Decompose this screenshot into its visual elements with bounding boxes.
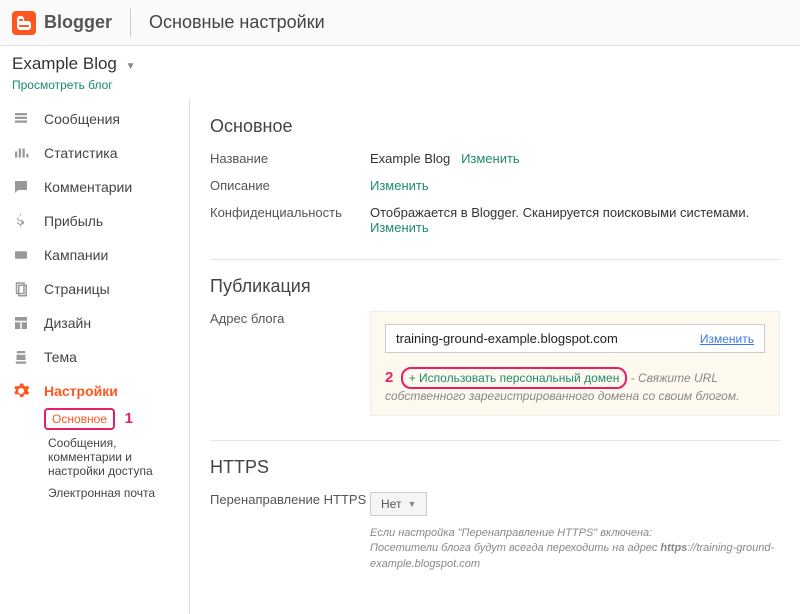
title-change-link[interactable]: Изменить xyxy=(461,151,520,166)
sidebar-label: Тема xyxy=(44,349,77,365)
blog-address-value: training-ground-example.blogspot.com xyxy=(396,331,618,346)
addr-label: Адрес блога xyxy=(210,311,370,326)
sidebar: Сообщения Статистика Комментарии Прибыль… xyxy=(0,98,190,614)
view-blog-link[interactable]: Просмотреть блог xyxy=(12,78,113,92)
privacy-label: Конфиденциальность xyxy=(210,205,370,220)
sidebar-label: Прибыль xyxy=(44,213,103,229)
sidebar-label: Сообщения xyxy=(44,111,120,127)
sidebar-label: Настройки xyxy=(44,383,118,399)
sidebar-label: Статистика xyxy=(44,145,118,161)
section-basic-title: Основное xyxy=(210,116,780,137)
https-redirect-dropdown[interactable]: Нет ▼ xyxy=(370,492,427,516)
divider xyxy=(210,440,780,441)
sidebar-item-theme[interactable]: Тема xyxy=(0,340,189,374)
sub-item-basic[interactable]: Основное xyxy=(44,408,115,430)
title-value: Example Blog xyxy=(370,151,450,166)
section-https-title: HTTPS xyxy=(210,457,780,478)
posts-icon xyxy=(12,110,30,128)
sub-item-posts-comments[interactable]: Сообщения, комментарии и настройки досту… xyxy=(44,432,189,482)
annotation-2: 2 xyxy=(385,369,393,386)
sidebar-label: Комментарии xyxy=(44,179,132,195)
sidebar-item-stats[interactable]: Статистика xyxy=(0,136,189,170)
sidebar-item-comments[interactable]: Комментарии xyxy=(0,170,189,204)
sidebar-label: Дизайн xyxy=(44,315,91,331)
stats-icon xyxy=(12,144,30,162)
privacy-change-link[interactable]: Изменить xyxy=(370,220,429,235)
blog-address-box: training-ground-example.blogspot.com Изм… xyxy=(385,324,765,353)
title-label: Название xyxy=(210,151,370,166)
https-redirect-label: Перенаправление HTTPS xyxy=(210,492,370,507)
blog-name: Example Blog xyxy=(12,54,117,73)
sidebar-item-campaigns[interactable]: Кампании xyxy=(0,238,189,272)
section-pub-title: Публикация xyxy=(210,276,780,297)
sub-item-email[interactable]: Электронная почта xyxy=(44,482,189,504)
custom-domain-link[interactable]: + Использовать персональный домен xyxy=(401,367,628,389)
comments-icon xyxy=(12,178,30,196)
blog-selector[interactable]: Example Blog ▼ xyxy=(0,46,800,78)
page-title: Основные настройки xyxy=(149,12,325,33)
https-note-2: Посетители блога будут всегда переходить… xyxy=(370,542,660,554)
campaigns-icon xyxy=(12,246,30,264)
divider xyxy=(210,259,780,260)
gear-icon xyxy=(12,382,30,400)
sidebar-item-pages[interactable]: Страницы xyxy=(0,272,189,306)
desc-label: Описание xyxy=(210,178,370,193)
blog-address-change-link[interactable]: Изменить xyxy=(700,332,754,346)
content-area: Основное Название Example Blog Изменить … xyxy=(190,98,800,614)
sidebar-label: Страницы xyxy=(44,281,110,297)
sidebar-item-settings[interactable]: Настройки xyxy=(0,374,189,408)
sidebar-item-earnings[interactable]: Прибыль xyxy=(0,204,189,238)
dropdown-value: Нет xyxy=(381,497,401,511)
divider xyxy=(130,9,131,37)
https-note-1: Если настройка "Перенаправление HTTPS" в… xyxy=(370,527,652,539)
annotation-1: 1 xyxy=(125,410,133,427)
sidebar-item-layout[interactable]: Дизайн xyxy=(0,306,189,340)
brand-name: Blogger xyxy=(44,12,112,33)
blogger-logo-icon xyxy=(12,11,36,35)
desc-change-link[interactable]: Изменить xyxy=(370,178,429,193)
sidebar-item-posts[interactable]: Сообщения xyxy=(0,102,189,136)
theme-icon xyxy=(12,348,30,366)
privacy-value: Отображается в Blogger. Сканируется поис… xyxy=(370,205,749,220)
chevron-down-icon: ▼ xyxy=(407,499,416,509)
pages-icon xyxy=(12,280,30,298)
https-note-bold: https xyxy=(660,542,687,554)
layout-icon xyxy=(12,314,30,332)
chevron-down-icon: ▼ xyxy=(126,61,136,72)
sidebar-label: Кампании xyxy=(44,247,108,263)
dollar-icon xyxy=(12,212,30,230)
